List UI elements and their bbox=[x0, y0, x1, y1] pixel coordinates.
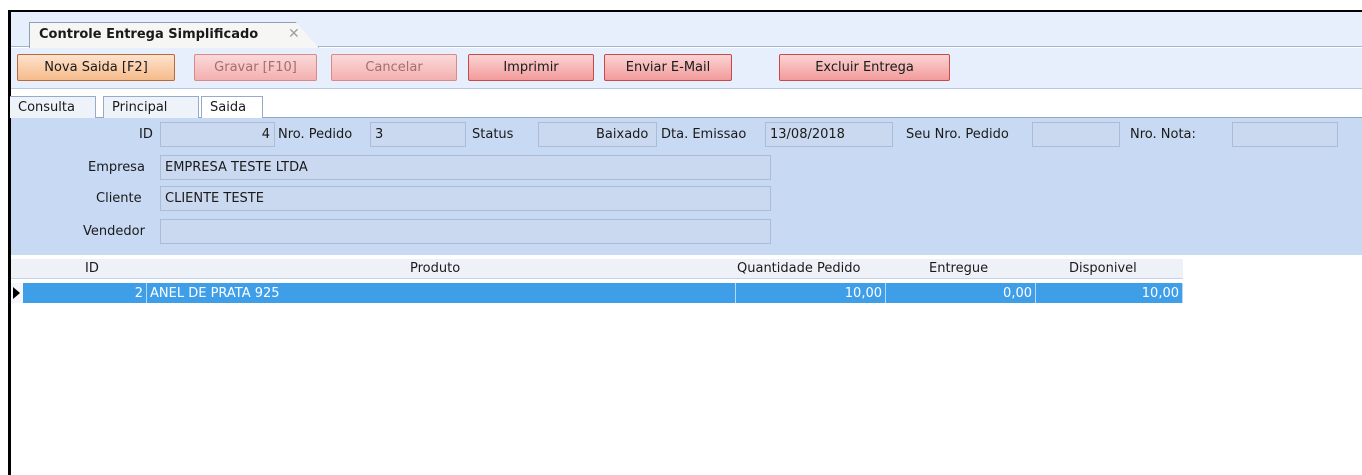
enviar-email-button[interactable]: Enviar E-Mail bbox=[604, 54, 732, 81]
tab-saida[interactable]: Saida bbox=[201, 96, 263, 118]
excluir-entrega-button[interactable]: Excluir Entrega bbox=[779, 54, 950, 81]
cliente-field[interactable]: CLIENTE TESTE bbox=[160, 186, 771, 211]
sub-tab-bar: Consulta Principal Saida bbox=[10, 90, 1362, 118]
cell-quantidade-pedido[interactable]: 10,00 bbox=[736, 283, 886, 303]
column-header-disponivel[interactable]: Disponivel bbox=[1069, 261, 1137, 276]
nova-saida-button[interactable]: Nova Saida [F2] bbox=[17, 54, 175, 81]
status-value: Baixado bbox=[596, 127, 649, 142]
nro-pedido-field[interactable]: 3 bbox=[370, 122, 466, 147]
table-row[interactable]: 2 ANEL DE PRATA 925 10,00 0,00 10,00 bbox=[11, 283, 1183, 303]
cell-disponivel[interactable]: 10,00 bbox=[1036, 283, 1183, 303]
nro-nota-field[interactable] bbox=[1232, 122, 1338, 147]
empresa-field[interactable]: EMPRESA TESTE LTDA bbox=[160, 155, 771, 180]
document-tab-title: Controle Entrega Simplificado bbox=[39, 27, 259, 42]
cell-id[interactable]: 2 bbox=[23, 283, 147, 303]
vendedor-label: Vendedor bbox=[83, 224, 145, 239]
entrega-form: ID 4 Nro. Pedido 3 Status Baixado Dta. E… bbox=[11, 118, 1362, 255]
column-header-produto[interactable]: Produto bbox=[410, 261, 460, 276]
document-tab-strip: Controle Entrega Simplificado ✕ bbox=[11, 12, 1362, 48]
nro-nota-label: Nro. Nota: bbox=[1130, 127, 1196, 142]
cell-produto[interactable]: ANEL DE PRATA 925 bbox=[147, 283, 736, 303]
grid-header: ID Produto Quantidade Pedido Entregue Di… bbox=[11, 259, 1183, 279]
close-icon[interactable]: ✕ bbox=[288, 26, 300, 42]
row-pointer-icon bbox=[11, 283, 23, 303]
gravar-button[interactable]: Gravar [F10] bbox=[194, 54, 317, 81]
id-field[interactable]: 4 bbox=[160, 122, 275, 147]
nro-pedido-label: Nro. Pedido bbox=[278, 127, 353, 142]
column-header-entregue[interactable]: Entregue bbox=[929, 261, 988, 276]
column-header-quantidade-pedido[interactable]: Quantidade Pedido bbox=[737, 261, 860, 276]
column-header-id[interactable]: ID bbox=[85, 261, 99, 276]
app-window: Controle Entrega Simplificado ✕ Nova Sai… bbox=[10, 12, 1362, 475]
tab-consulta[interactable]: Consulta bbox=[10, 96, 96, 118]
tab-principal[interactable]: Principal bbox=[103, 96, 199, 118]
toolbar: Nova Saida [F2] Gravar [F10] Cancelar Im… bbox=[11, 48, 1362, 89]
cancelar-button[interactable]: Cancelar bbox=[331, 54, 457, 81]
dta-emissao-label: Dta. Emissao bbox=[661, 127, 747, 142]
cliente-label: Cliente bbox=[96, 191, 142, 206]
vendedor-field[interactable] bbox=[160, 219, 771, 244]
seu-nro-pedido-label: Seu Nro. Pedido bbox=[906, 127, 1009, 142]
seu-nro-pedido-field[interactable] bbox=[1032, 122, 1120, 147]
itens-grid: ID Produto Quantidade Pedido Entregue Di… bbox=[11, 255, 1362, 475]
imprimir-button[interactable]: Imprimir bbox=[468, 54, 594, 81]
id-label: ID bbox=[139, 127, 153, 142]
dta-emissao-field[interactable]: 13/08/2018 bbox=[765, 122, 893, 147]
cell-entregue[interactable]: 0,00 bbox=[886, 283, 1036, 303]
status-label: Status bbox=[472, 127, 514, 142]
empresa-label: Empresa bbox=[88, 160, 145, 175]
